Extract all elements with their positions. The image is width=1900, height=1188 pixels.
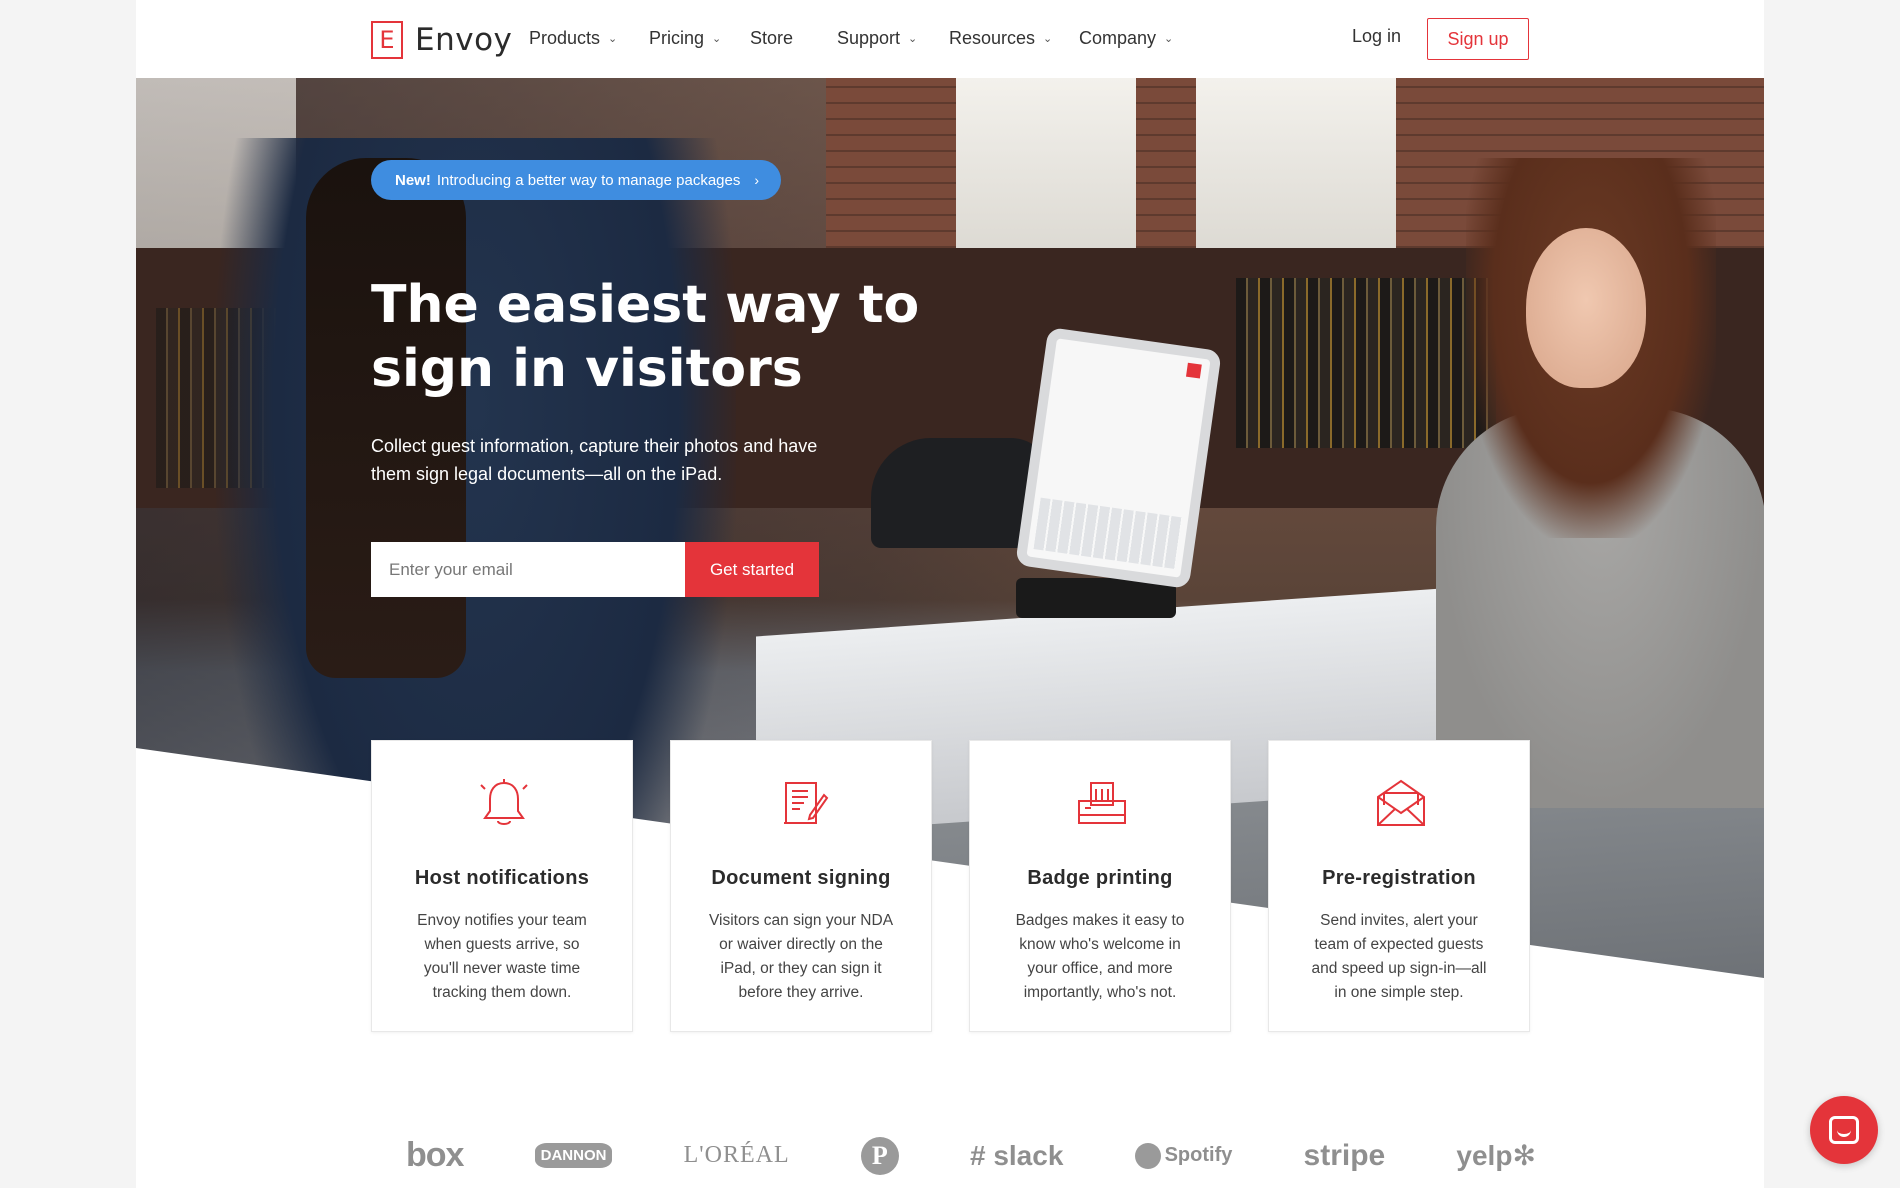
slack-logo: # slack <box>970 1140 1063 1172</box>
envoy-logo[interactable]: E Envoy <box>371 21 512 59</box>
customer-logos: box DANNON L'ORÉAL P # slack Spotify str… <box>406 1136 1536 1175</box>
stripe-logo: stripe <box>1303 1138 1386 1172</box>
dannon-logo: DANNON <box>534 1143 613 1168</box>
feature-text: Badges makes it easy to know who's welco… <box>1015 912 1185 1001</box>
feature-title: Badge printing <box>1027 867 1173 889</box>
spotify-logo-text: Spotify <box>1164 1144 1233 1166</box>
yelp-burst-icon: ✻ <box>1512 1140 1536 1171</box>
document-pen-icon <box>784 782 829 824</box>
nav-support[interactable]: Support ⌄ <box>837 28 917 49</box>
slack-logo-text: slack <box>993 1139 1064 1171</box>
yelp-logo: yelp ✻ <box>1456 1139 1536 1172</box>
chevron-down-icon: ⌄ <box>608 33 618 45</box>
nav-company[interactable]: Company ⌄ <box>1079 28 1173 49</box>
feature-text: Envoy notifies your team when guests arr… <box>417 912 587 1001</box>
pinterest-logo: P <box>860 1136 899 1175</box>
loreal-logo: L'ORÉAL <box>683 1142 790 1168</box>
slack-hash-icon: # <box>969 1139 994 1171</box>
nav-store-label: Store <box>750 28 794 48</box>
announcement-banner[interactable]: New! Introducing a better way to manage … <box>371 160 782 200</box>
bell-icon <box>480 779 528 825</box>
envoy-wordmark: Envoy <box>415 22 513 58</box>
nav-store[interactable]: Store <box>750 28 793 49</box>
hero-headline: The easiest way to sign in visitors <box>371 275 920 399</box>
envoy-logo-mark-icon: E <box>371 21 403 59</box>
chevron-right-icon: › <box>754 172 760 188</box>
chat-bubble-icon <box>1829 1116 1859 1144</box>
badge-printer-icon <box>1078 782 1126 824</box>
feature-title: Pre-registration <box>1322 867 1476 889</box>
chevron-down-icon: ⌄ <box>712 33 722 45</box>
login-link[interactable]: Log in <box>1352 26 1401 47</box>
nav-company-label: Company <box>1079 28 1157 48</box>
feature-cards: Host notifications Envoy notifies your t… <box>371 740 1530 1032</box>
get-started-button[interactable]: Get started <box>685 542 819 597</box>
chevron-down-icon: ⌄ <box>1043 33 1053 45</box>
nav-products[interactable]: Products ⌄ <box>529 28 617 49</box>
box-logo: box <box>406 1136 464 1174</box>
hero-subcopy: Collect guest information, capture their… <box>371 436 818 484</box>
chevron-down-icon: ⌄ <box>908 33 918 45</box>
feature-text: Send invites, alert your team of expecte… <box>1311 912 1487 1001</box>
banner-text: Introducing a better way to manage packa… <box>436 171 741 189</box>
nav-pricing-label: Pricing <box>649 28 705 48</box>
banner-new-tag: New! <box>395 171 431 189</box>
feature-title: Host notifications <box>414 867 590 889</box>
page: E Envoy Products ⌄ Pricing ⌄ Store Suppo… <box>136 0 1764 1188</box>
chevron-down-icon: ⌄ <box>1164 33 1174 45</box>
yelp-logo-text: yelp <box>1456 1139 1513 1171</box>
nav-pricing[interactable]: Pricing ⌄ <box>649 28 721 49</box>
feature-card-badge-printing: Badge printing Badges makes it easy to k… <box>969 740 1231 1032</box>
signup-button[interactable]: Sign up <box>1427 18 1529 60</box>
feature-card-document-signing: Document signing Visitors can sign your … <box>670 740 932 1032</box>
email-input[interactable] <box>371 542 685 597</box>
feature-card-host-notifications: Host notifications Envoy notifies your t… <box>371 740 633 1032</box>
nav-support-label: Support <box>837 28 901 48</box>
spotify-logo: Spotify <box>1134 1142 1233 1169</box>
envelope-icon <box>1377 779 1425 826</box>
nav-products-label: Products <box>529 28 601 48</box>
spotify-circle-icon <box>1134 1142 1161 1169</box>
feature-title: Document signing <box>711 867 891 889</box>
nav-resources-label: Resources <box>949 28 1036 48</box>
top-nav: E Envoy Products ⌄ Pricing ⌄ Store Suppo… <box>136 0 1764 78</box>
feature-card-pre-registration: Pre-registration Send invites, alert you… <box>1268 740 1530 1032</box>
nav-resources[interactable]: Resources ⌄ <box>949 28 1052 49</box>
feature-text: Visitors can sign your NDA or waiver dir… <box>708 912 894 1001</box>
chat-launcher-button[interactable] <box>1810 1096 1878 1164</box>
email-signup-form: Get started <box>371 542 819 597</box>
